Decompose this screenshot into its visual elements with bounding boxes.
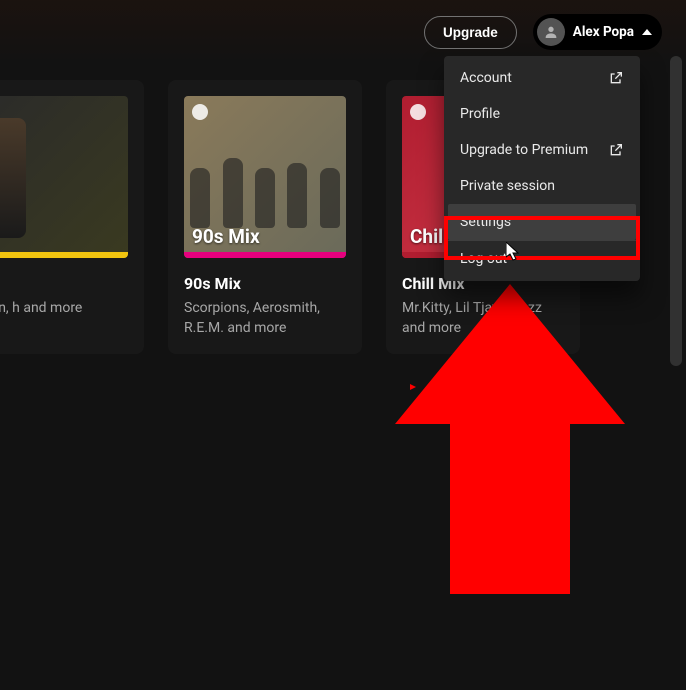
playlist-title: x (0, 274, 128, 293)
profile-dropdown-menu: Account Profile Upgrade to Premium Priva… (444, 56, 640, 281)
menu-item-label: Profile (460, 106, 500, 122)
menu-item-label: Upgrade to Premium (460, 142, 588, 158)
cover-accent (184, 252, 346, 258)
spotify-logo-icon (410, 104, 426, 120)
external-link-icon (608, 70, 624, 86)
cover-label: 90s Mix (192, 225, 260, 248)
spotify-logo-icon (192, 104, 208, 120)
topbar: Upgrade Alex Popa (0, 0, 686, 64)
upgrade-button[interactable]: Upgrade (424, 16, 517, 49)
menu-item-label: Log out (460, 251, 507, 267)
cover-accent (0, 252, 128, 258)
menu-item-label: Settings (460, 214, 511, 230)
menu-item-profile[interactable]: Profile (448, 96, 636, 132)
external-link-icon (608, 142, 624, 158)
menu-item-label: Account (460, 70, 512, 86)
avatar (537, 18, 565, 46)
playlist-title: 90s Mix (184, 274, 346, 293)
playlist-description: Mr.Kitty, Lil Tjay, Benzz and more (402, 299, 564, 338)
menu-item-settings[interactable]: Settings (448, 204, 636, 240)
playlist-cover: lix (0, 96, 128, 258)
playlist-description: Scorpions, Aerosmith, R.E.M. and more (184, 299, 346, 338)
scrollbar[interactable] (670, 56, 682, 366)
playlist-card[interactable]: 90s Mix 90s Mix Scorpions, Aerosmith, R.… (168, 80, 362, 354)
profile-name: Alex Popa (573, 24, 634, 40)
playlist-cover: 90s Mix (184, 96, 346, 258)
user-icon (543, 24, 559, 40)
menu-item-label: Private session (460, 178, 555, 194)
menu-item-upgrade[interactable]: Upgrade to Premium (448, 132, 636, 168)
playlist-card[interactable]: lix x Queen, h and more (0, 80, 144, 354)
menu-item-account[interactable]: Account (448, 60, 636, 96)
menu-item-private-session[interactable]: Private session (448, 168, 636, 204)
caret-up-icon (642, 29, 652, 35)
menu-item-logout[interactable]: Log out (448, 241, 636, 277)
playlist-description: Queen, h and more (0, 299, 128, 319)
profile-menu-button[interactable]: Alex Popa (533, 14, 662, 50)
